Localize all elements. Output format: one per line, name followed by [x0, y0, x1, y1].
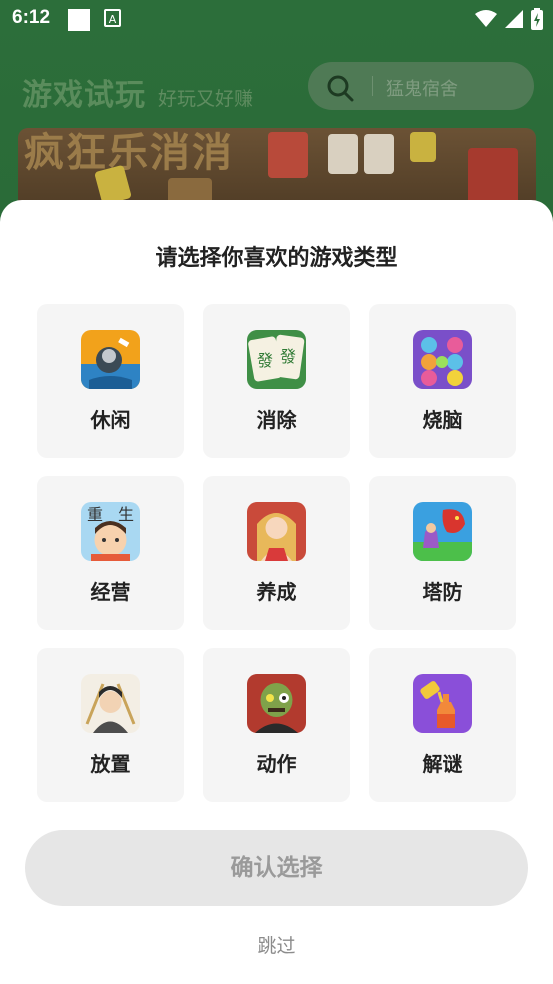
category-label: 休闲 — [90, 408, 131, 432]
notification-a-icon: A — [104, 9, 121, 27]
page-title: 游戏试玩 — [22, 78, 146, 113]
category-card-action[interactable]: 动作 — [203, 648, 350, 802]
banner-item — [468, 148, 518, 208]
category-label: 经营 — [90, 580, 131, 604]
category-card-tower-defense[interactable]: 塔防 — [369, 476, 516, 630]
status-bar: 6:12 A — [0, 0, 553, 38]
search-divider — [372, 76, 373, 96]
mahjong-tiles-icon: 發 發 — [247, 330, 306, 389]
banner-item — [364, 134, 394, 174]
bottle-puzzle-icon — [413, 674, 472, 733]
signal-icon — [505, 10, 523, 28]
search-bar[interactable]: 猛鬼宿舍 — [308, 62, 534, 110]
category-card-brain[interactable]: 烧脑 — [369, 304, 516, 458]
svg-text:重: 重 — [87, 505, 103, 524]
search-placeholder: 猛鬼宿舍 — [386, 79, 458, 100]
category-label: 塔防 — [422, 580, 463, 604]
confirm-button[interactable]: 确认选择 — [25, 830, 528, 906]
category-card-casual[interactable]: 休闲 — [37, 304, 184, 458]
girl-character-icon — [247, 502, 306, 561]
color-rings-puzzle-icon — [413, 330, 472, 389]
banner-text: 疯狂乐消消 — [24, 130, 234, 176]
banner-item — [410, 132, 436, 162]
category-label: 解谜 — [422, 752, 463, 776]
category-card-management[interactable]: 重 生 经营 — [37, 476, 184, 630]
notification-square-icon — [68, 9, 90, 31]
banner-item — [328, 134, 358, 174]
page-subtitle: 好玩又好赚 — [158, 88, 254, 110]
category-card-match[interactable]: 發 發 消除 — [203, 304, 350, 458]
casual-game-icon — [81, 330, 140, 389]
category-card-puzzle[interactable]: 解谜 — [369, 648, 516, 802]
battery-icon — [531, 8, 543, 30]
dragon-tower-defense-icon — [413, 502, 472, 561]
svg-text:發: 發 — [280, 347, 296, 366]
category-label: 放置 — [90, 752, 131, 776]
category-label: 动作 — [256, 752, 297, 776]
warrior-character-icon — [81, 674, 140, 733]
category-label: 养成 — [256, 580, 297, 604]
boy-character-icon: 重 生 — [81, 502, 140, 561]
wifi-icon — [475, 10, 497, 27]
category-card-idle[interactable]: 放置 — [37, 648, 184, 802]
zombie-icon — [247, 674, 306, 733]
status-indicators — [475, 8, 543, 30]
category-card-nurture[interactable]: 养成 — [203, 476, 350, 630]
svg-text:發: 發 — [257, 351, 273, 370]
skip-link[interactable]: 跳过 — [0, 931, 553, 958]
category-label: 烧脑 — [422, 408, 463, 432]
category-label: 消除 — [256, 408, 297, 432]
search-icon — [327, 75, 354, 102]
sheet-title: 请选择你喜欢的游戏类型 — [155, 246, 398, 271]
category-grid: 休闲 發 發 消除 烧脑 重 生 经营 养成 塔防 放置 动作 解谜 — [37, 304, 517, 802]
banner-item — [268, 132, 308, 178]
svg-text:生: 生 — [118, 505, 134, 524]
status-time: 6:12 — [12, 7, 51, 28]
category-select-sheet: 请选择你喜欢的游戏类型 休闲 發 發 消除 烧脑 重 生 经营 养成 塔防 放置… — [0, 200, 553, 984]
